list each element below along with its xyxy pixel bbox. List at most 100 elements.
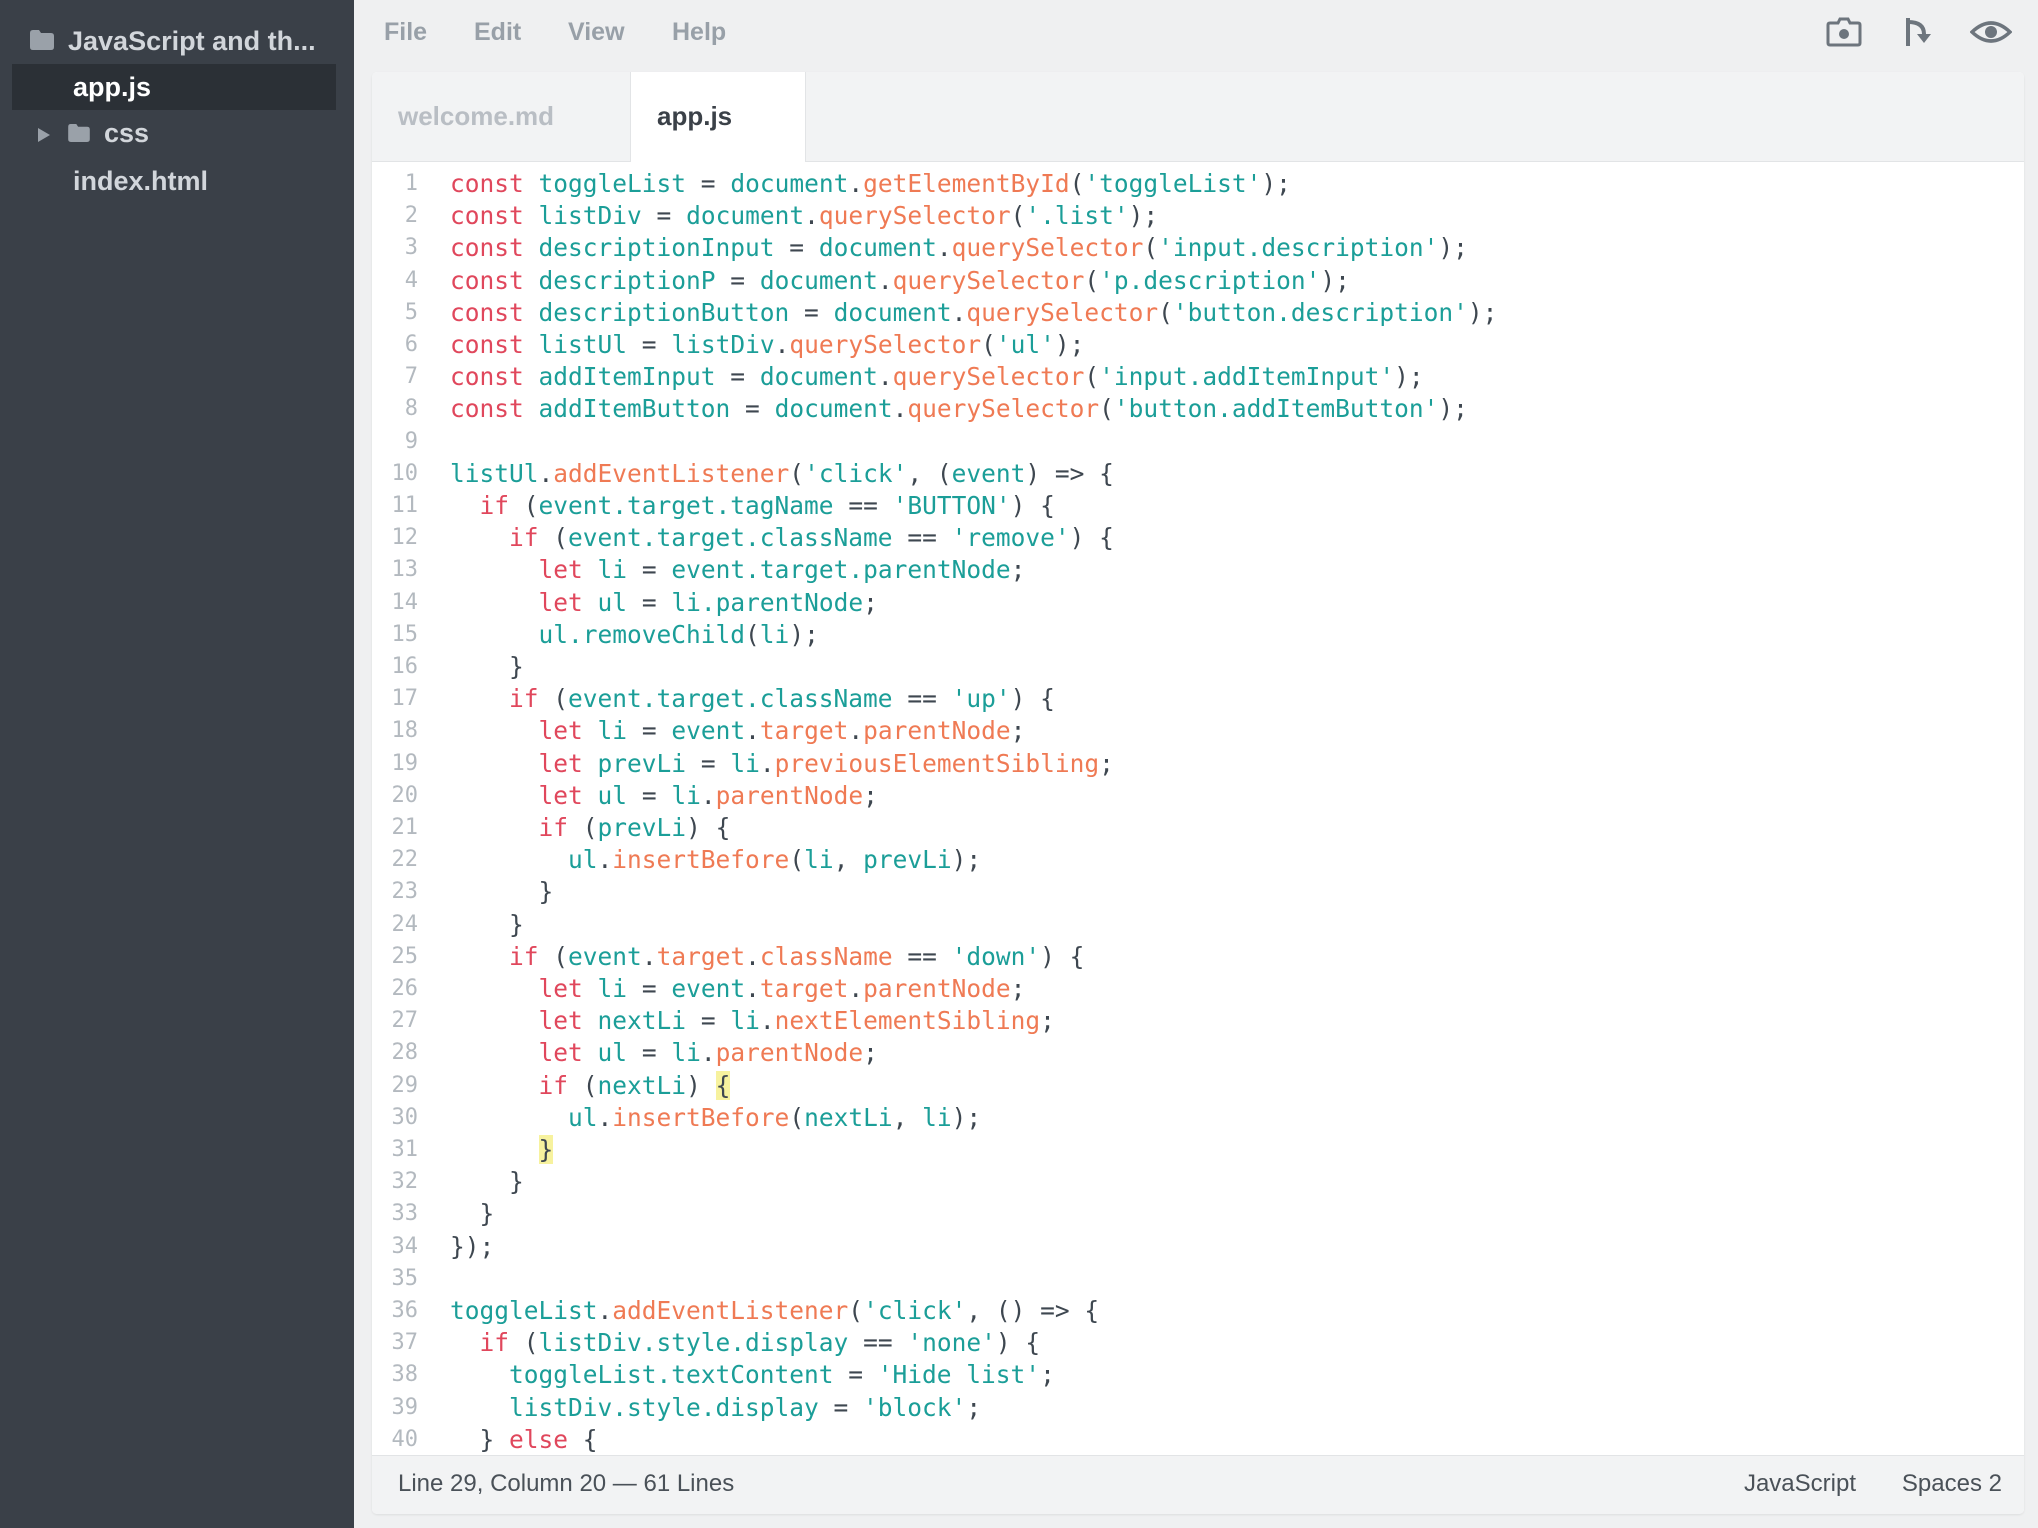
project-name: JavaScript and th... (68, 25, 316, 56)
line-number: 20 (391, 782, 419, 808)
line-number: 25 (391, 943, 419, 969)
tab-welcome-md[interactable]: welcome.md (372, 72, 630, 161)
code-text: } (450, 877, 554, 907)
code-text: toggleList.addEventListener('click', () … (450, 1296, 1100, 1325)
file-label: app.js (73, 71, 152, 102)
line-number: 11 (391, 493, 419, 518)
code-text: } (450, 1199, 495, 1229)
code-text: } (538, 1135, 554, 1164)
line-number: 36 (391, 1298, 419, 1323)
line-number: 5 (404, 299, 418, 325)
menu-edit[interactable]: Edit (474, 18, 521, 47)
code-text: const descriptionButton = document.query… (450, 297, 1498, 327)
line-number: 35 (391, 1265, 419, 1291)
code-text: const listDiv = document.querySelector('… (450, 201, 1159, 231)
share-fork-icon[interactable] (1900, 14, 1938, 52)
tab-app-js[interactable]: app.js (630, 72, 806, 162)
code-editor[interactable]: 1 const toggleList = document.getElementB… (372, 162, 2024, 1456)
line-number: 16 (391, 654, 419, 679)
code-text: } else { (450, 1424, 598, 1454)
line-number: 10 (391, 460, 419, 486)
sidebar-item-css[interactable]: css (12, 110, 336, 156)
line-number: 37 (391, 1330, 419, 1356)
menu-bar: File Edit View Help (354, 0, 2038, 68)
preview-eye-icon[interactable] (1969, 14, 2014, 52)
code-text: if (nextLi) { (538, 1070, 731, 1100)
line-number: 13 (391, 557, 419, 583)
line-number: 34 (391, 1233, 419, 1259)
code-text: if (event.target.className == 'remove') … (509, 523, 1114, 553)
line-number: 28 (391, 1040, 419, 1066)
code-text: let li = event.target.parentNode; (538, 555, 1026, 585)
folder-icon (68, 118, 90, 149)
code-text: const addItemButton = document.querySele… (450, 394, 1468, 424)
code-text: listUl.addEventListener('click', (event)… (450, 458, 1114, 488)
line-number: 14 (391, 589, 419, 615)
code-text: if (prevLi) { (538, 813, 731, 842)
file-label: index.html (73, 165, 209, 196)
code-text: if (event.target.className == 'up') { (509, 684, 1055, 714)
line-number: 40 (391, 1426, 419, 1452)
snapshot-camera-icon[interactable] (1826, 14, 1864, 52)
menu-help[interactable]: Help (672, 18, 726, 47)
expand-triangle-icon[interactable] (38, 118, 50, 149)
line-number: 38 (391, 1362, 419, 1388)
line-number: 18 (391, 718, 419, 744)
line-number: 27 (391, 1008, 419, 1034)
sidebar-item-app-js[interactable]: app.js (12, 64, 336, 110)
code-text: let prevLi = li.previousElementSibling; (538, 748, 1114, 778)
line-number: 32 (391, 1169, 419, 1195)
tab-bar: welcome.md app.js (372, 72, 2024, 162)
code-text: ul.insertBefore(nextLi, li); (568, 1102, 982, 1132)
line-number: 6 (404, 332, 418, 357)
line-number: 7 (404, 364, 418, 390)
line-number: 26 (391, 976, 419, 1001)
editor-panel: welcome.md app.js 1 const toggleList = do… (372, 72, 2024, 1514)
line-number: 29 (391, 1072, 419, 1098)
cursor-position: Line 29, Column 20 — 61 Lines (398, 1470, 735, 1497)
code-text: ul.insertBefore(li, prevLi); (568, 845, 982, 875)
code-text: let li = event.target.parentNode; (538, 716, 1026, 746)
code-text: let ul = li.parentNode; (538, 587, 878, 617)
line-number: 4 (404, 267, 418, 293)
line-number: 22 (391, 847, 419, 873)
code-text: const toggleList = document.getElementBy… (450, 169, 1291, 198)
code-text: if (listDiv.style.display == 'none') { (479, 1328, 1041, 1358)
code-text: const listUl = listDiv.querySelector('ul… (450, 330, 1085, 359)
line-number: 19 (391, 750, 419, 776)
code-text: let nextLi = li.nextElementSibling; (538, 1006, 1055, 1036)
status-bar: Line 29, Column 20 — 61 Lines JavaScript… (372, 1455, 2024, 1514)
code-text: toggleList.textContent = 'Hide list'; (509, 1360, 1055, 1390)
code-text: let ul = li.parentNode; (538, 780, 878, 810)
code-text: } (450, 909, 524, 939)
language-selector[interactable]: JavaScript (1744, 1470, 1856, 1498)
line-number: 31 (391, 1137, 419, 1162)
line-number: 30 (391, 1104, 419, 1130)
menu-view[interactable]: View (568, 18, 625, 47)
line-number: 15 (391, 621, 419, 647)
code-text: if (event.target.tagName == 'BUTTON') { (479, 491, 1055, 520)
line-number: 1 (404, 171, 418, 196)
code-text: const addItemInput = document.querySelec… (450, 362, 1424, 392)
line-number: 24 (391, 911, 419, 937)
code-text: listDiv.style.display = 'block'; (509, 1392, 982, 1422)
folder-icon (30, 26, 54, 57)
line-number: 33 (391, 1201, 419, 1227)
code-text: } (450, 652, 524, 681)
line-number: 21 (391, 815, 419, 840)
line-number: 39 (391, 1394, 419, 1420)
code-text: ul.removeChild(li); (538, 619, 819, 649)
project-root[interactable]: JavaScript and th... (30, 18, 340, 64)
code-text: }); (450, 1231, 495, 1261)
line-number: 17 (391, 686, 419, 712)
file-sidebar: JavaScript and th... app.js css index.ht… (0, 0, 354, 1528)
line-number: 2 (404, 203, 418, 229)
sidebar-item-index-html[interactable]: index.html (12, 158, 336, 204)
code-text: let li = event.target.parentNode; (538, 974, 1026, 1003)
line-number: 3 (404, 235, 418, 261)
code-text: if (event.target.className == 'down') { (509, 941, 1085, 971)
indent-setting[interactable]: Spaces 2 (1902, 1470, 2002, 1498)
line-number: 8 (404, 396, 418, 422)
code-text: } (450, 1167, 524, 1197)
menu-file[interactable]: File (384, 18, 427, 47)
